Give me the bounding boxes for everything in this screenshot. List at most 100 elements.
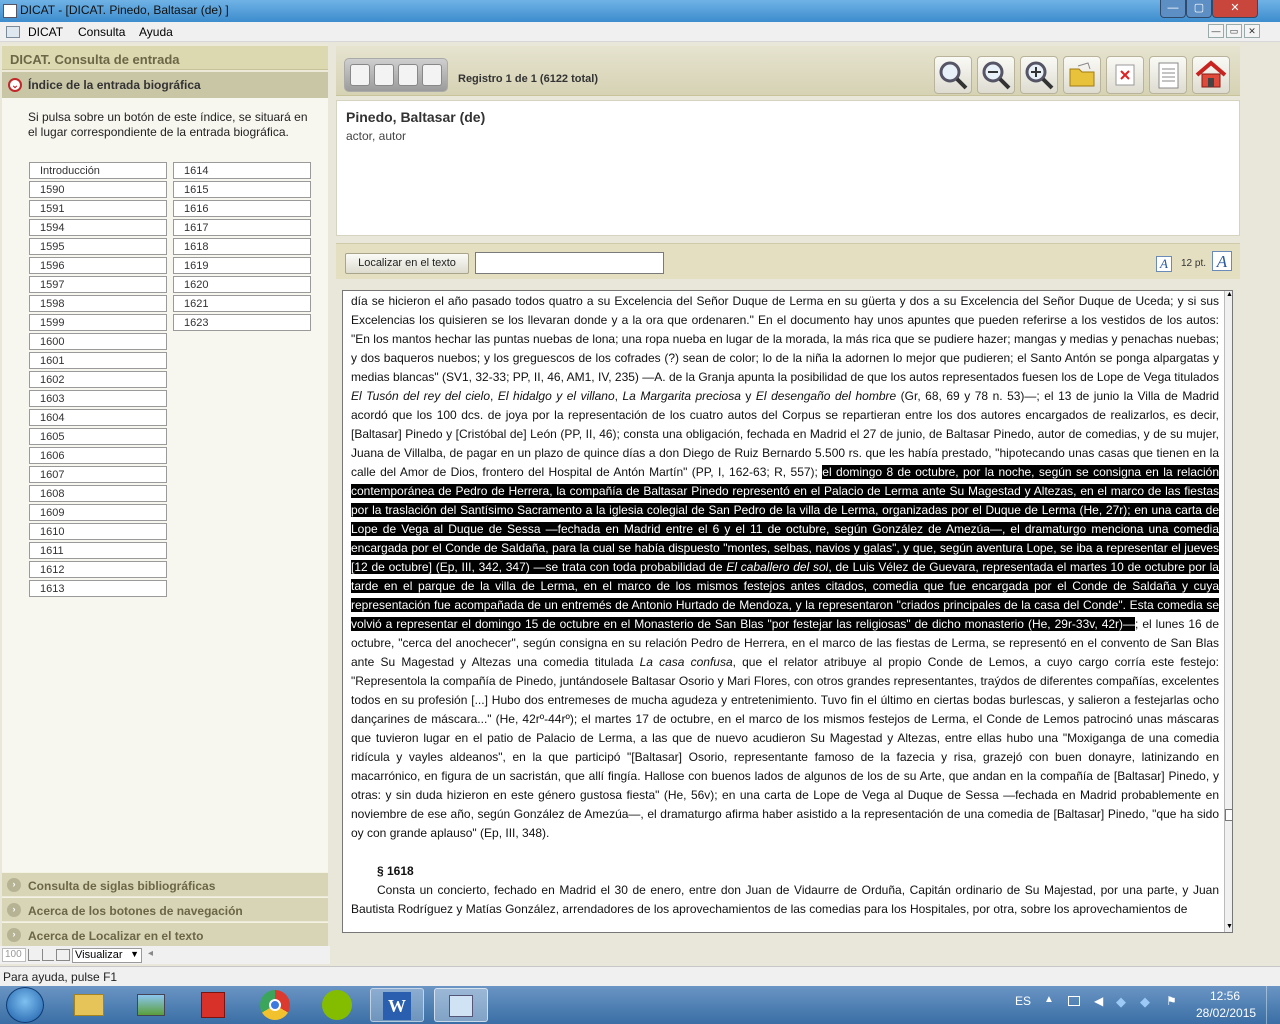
volume-icon[interactable]: ◀ [1094, 994, 1103, 1008]
maximize-button[interactable]: ▢ [1186, 0, 1212, 18]
expand-icon: › [7, 928, 21, 942]
text-pane[interactable]: día se hicieron el año pasado todos quat… [342, 290, 1233, 933]
menu-bar: DICAT Consulta Ayuda [0, 22, 1280, 42]
chart2-icon[interactable] [42, 949, 54, 961]
menu-app-icon[interactable] [6, 26, 20, 38]
mdi-close-button[interactable]: ✕ [1244, 24, 1260, 38]
word-icon[interactable]: W [370, 988, 424, 1022]
explorer-icon[interactable] [62, 988, 116, 1022]
dropbox2-icon[interactable]: ◆ [1140, 994, 1150, 1010]
index-section-header[interactable]: ⌄ Índice de la entrada biográfica [2, 72, 328, 98]
flag-icon[interactable]: ⚑ [1166, 994, 1177, 1008]
menu-consulta[interactable]: Consulta [78, 25, 125, 39]
index-button[interactable]: 1598 [29, 295, 167, 312]
photo-viewer-icon[interactable] [124, 988, 178, 1022]
view-toolbar: 100 Visualizar ▼ ◂ [0, 946, 330, 964]
index-button[interactable]: 1590 [29, 181, 167, 198]
collapse-icon[interactable]: ⌄ [8, 78, 22, 92]
accordion-siglas[interactable]: › Consulta de siglas bibliográficas [2, 872, 328, 896]
status-bar: Para ayuda, pulse F1 [0, 966, 1280, 986]
index-button[interactable]: 1602 [29, 371, 167, 388]
index-button[interactable]: 1614 [173, 162, 311, 179]
index-button[interactable]: 1618 [173, 238, 311, 255]
accordion-localizar[interactable]: › Acerca de Localizar en el texto [2, 922, 328, 946]
menu-ayuda[interactable]: Ayuda [139, 25, 173, 39]
clock-date[interactable]: 28/02/2015 [1196, 1006, 1256, 1020]
locate-input[interactable] [475, 252, 664, 274]
accordion-botones[interactable]: › Acerca de los botones de navegación [2, 897, 328, 921]
menu-dicat[interactable]: DICAT [28, 25, 63, 39]
mdi-restore-button[interactable]: ▭ [1226, 24, 1242, 38]
index-button[interactable]: 1619 [173, 257, 311, 274]
minimize-button[interactable]: — [1160, 0, 1186, 18]
font-increase-icon[interactable]: A [1212, 251, 1232, 271]
index-button[interactable]: 1600 [29, 333, 167, 350]
table-icon[interactable] [56, 949, 70, 961]
index-button[interactable]: 1623 [173, 314, 311, 331]
index-button[interactable]: 1612 [29, 561, 167, 578]
index-body: Si pulsa sobre un botón de este índice, … [2, 98, 328, 872]
index-button[interactable]: Introducción [29, 162, 167, 179]
show-desktop-button[interactable] [1266, 986, 1280, 1024]
locate-button[interactable]: Localizar en el texto [345, 253, 469, 274]
prev-record-button[interactable] [374, 64, 394, 86]
network-icon[interactable] [1068, 996, 1080, 1006]
index-button[interactable]: 1610 [29, 523, 167, 540]
zoom-out-button[interactable] [977, 56, 1015, 94]
status-text: Para ayuda, pulse F1 [3, 970, 118, 984]
index-button[interactable]: 1591 [29, 200, 167, 217]
mdi-minimize-button[interactable]: — [1208, 24, 1224, 38]
index-section-title: Índice de la entrada biográfica [28, 78, 201, 92]
first-record-button[interactable] [350, 64, 370, 86]
close-document-button[interactable] [1106, 56, 1144, 94]
index-button[interactable]: 1595 [29, 238, 167, 255]
index-button[interactable]: 1601 [29, 352, 167, 369]
scroll-thumb[interactable] [1225, 809, 1232, 821]
expand-icon: › [7, 878, 21, 892]
folder-button[interactable] [1063, 56, 1101, 94]
index-button[interactable]: 1606 [29, 447, 167, 464]
scroll-up-icon[interactable]: ▲ [1225, 291, 1232, 301]
pdf-reader-icon[interactable] [186, 988, 240, 1022]
index-button[interactable]: 1594 [29, 219, 167, 236]
dicat-app-icon[interactable] [434, 988, 488, 1022]
language-indicator[interactable]: ES [1015, 994, 1031, 1008]
index-button[interactable]: 1604 [29, 409, 167, 426]
home-button[interactable] [1192, 56, 1230, 94]
chrome-icon[interactable] [248, 988, 302, 1022]
index-button[interactable]: 1605 [29, 428, 167, 445]
start-button[interactable] [6, 987, 44, 1023]
view-select[interactable]: Visualizar ▼ [72, 948, 142, 963]
index-button[interactable]: 1616 [173, 200, 311, 217]
document-button[interactable] [1149, 56, 1187, 94]
index-button[interactable]: 1608 [29, 485, 167, 502]
index-button[interactable]: 1607 [29, 466, 167, 483]
scroll-down-icon[interactable]: ▼ [1225, 923, 1232, 932]
index-button[interactable]: 1609 [29, 504, 167, 521]
font-decrease-icon[interactable]: A [1156, 256, 1172, 272]
index-button[interactable]: 1603 [29, 390, 167, 407]
scroll-left-icon[interactable]: ◂ [148, 948, 153, 959]
chart-icon[interactable] [28, 949, 40, 961]
index-button[interactable]: 1613 [29, 580, 167, 597]
zoom-in-button[interactable] [1020, 56, 1058, 94]
spotify-icon[interactable] [310, 988, 364, 1022]
index-button[interactable]: 1615 [173, 181, 311, 198]
dropbox-icon[interactable]: ◆ [1116, 994, 1126, 1010]
next-record-button[interactable] [398, 64, 418, 86]
index-button[interactable]: 1621 [173, 295, 311, 312]
search-button[interactable] [934, 56, 972, 94]
index-button[interactable]: 1596 [29, 257, 167, 274]
index-button[interactable]: 1597 [29, 276, 167, 293]
index-button[interactable]: 1620 [173, 276, 311, 293]
index-button[interactable]: 1599 [29, 314, 167, 331]
index-button[interactable]: 1617 [173, 219, 311, 236]
index-button[interactable]: 1611 [29, 542, 167, 559]
clock-time[interactable]: 12:56 [1210, 989, 1240, 1003]
close-button[interactable]: ✕ [1212, 0, 1258, 18]
show-hidden-icons[interactable]: ▲ [1044, 994, 1054, 1005]
zoom-field[interactable]: 100 [2, 948, 26, 962]
last-record-button[interactable] [422, 64, 442, 86]
text-scrollbar[interactable]: ▲ ▼ [1224, 291, 1232, 932]
app-icon[interactable] [3, 4, 17, 18]
